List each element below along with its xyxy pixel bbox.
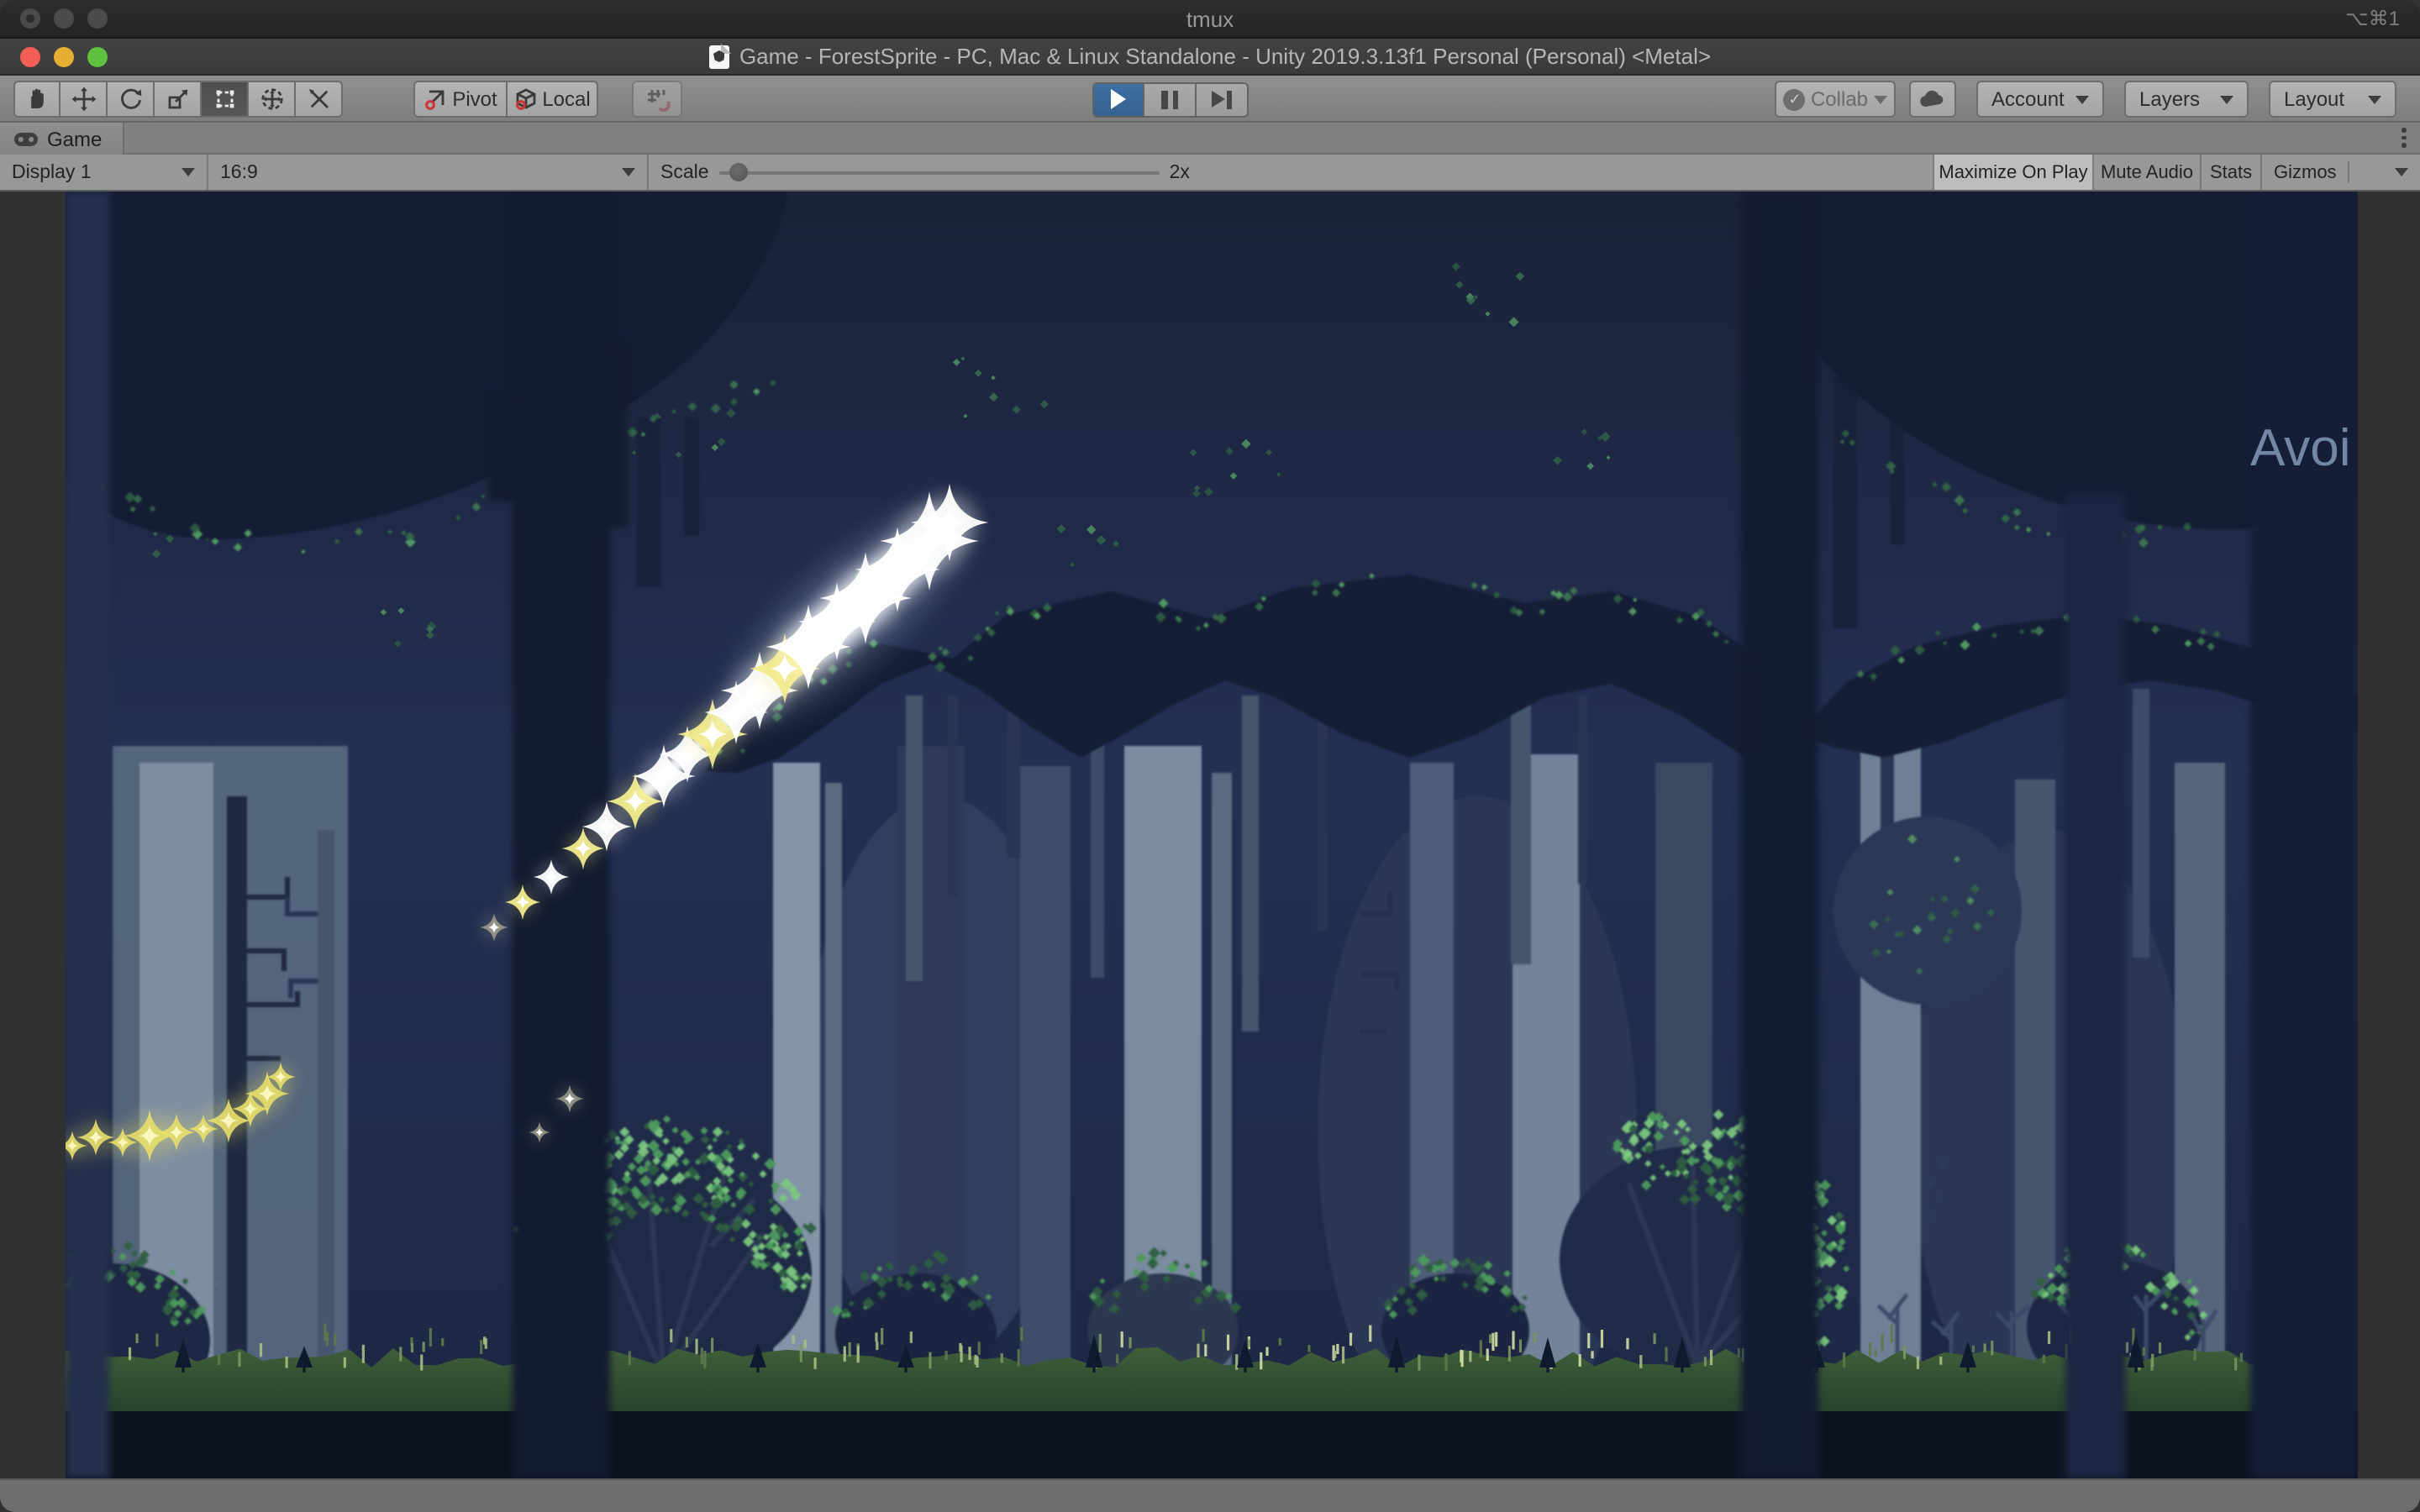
account-dropdown[interactable]: Account xyxy=(1976,81,2104,118)
play-icon xyxy=(1111,89,1126,109)
scene-overlay-text: Avoi xyxy=(2250,419,2351,477)
pause-button[interactable] xyxy=(1144,81,1197,117)
chevron-down-icon xyxy=(2075,95,2089,103)
stats-toggle[interactable]: Stats xyxy=(2200,155,2260,190)
rotate-tool-icon xyxy=(117,86,144,113)
maximize-on-play-toggle[interactable]: Maximize On Play xyxy=(1933,155,2092,190)
custom-tool-icon xyxy=(305,86,332,113)
pivot-icon xyxy=(424,87,447,111)
tmux-title: tmux xyxy=(0,6,2420,31)
zoom-button[interactable] xyxy=(87,8,108,29)
close-button[interactable] xyxy=(20,8,40,29)
pause-icon xyxy=(1161,90,1178,108)
pivot-toggle-button[interactable]: Pivot xyxy=(413,81,508,118)
maximize-on-play-label: Maximize On Play xyxy=(1939,162,2087,182)
chevron-down-icon xyxy=(622,168,635,176)
hand-tool-button[interactable] xyxy=(13,81,60,118)
collab-button[interactable]: ✓ Collab xyxy=(1775,81,1896,118)
main-toolbar: Pivot Local ✓ Colla xyxy=(0,76,2420,123)
cloud-icon xyxy=(1919,89,1946,109)
chevron-down-icon xyxy=(2395,168,2408,176)
rotate-tool-button[interactable] xyxy=(108,81,155,118)
scale-label: Scale xyxy=(660,162,709,182)
step-button[interactable] xyxy=(1197,81,1249,117)
aspect-dropdown[interactable]: 16:9 xyxy=(208,155,649,190)
gamepad-icon xyxy=(13,130,39,147)
tmux-shortcut: ⌥⌘1 xyxy=(2345,7,2400,30)
close-button[interactable] xyxy=(20,46,40,66)
unity-titlebar: Game - ForestSprite - PC, Mac & Linux St… xyxy=(0,39,2420,76)
scale-slider-thumb[interactable] xyxy=(729,162,748,181)
local-icon xyxy=(513,87,537,111)
scale-slider[interactable] xyxy=(719,171,1160,174)
tmux-titlebar: tmux ⌥⌘1 xyxy=(0,0,2420,39)
layout-label: Layout xyxy=(2284,87,2344,111)
unity-doc-icon xyxy=(709,45,729,68)
account-label: Account xyxy=(1991,87,2065,111)
minimize-button[interactable] xyxy=(54,46,74,66)
local-toggle-button[interactable]: Local xyxy=(508,81,598,118)
transform-tool-button[interactable] xyxy=(249,81,296,118)
layers-label: Layers xyxy=(2139,87,2200,111)
tab-game[interactable]: Game xyxy=(0,123,124,155)
hand-tool-icon xyxy=(24,86,50,113)
rect-tool-button[interactable] xyxy=(202,81,249,118)
step-icon xyxy=(1212,90,1232,108)
chevron-down-icon xyxy=(2220,95,2233,103)
move-tool-icon xyxy=(70,86,97,113)
chevron-down-icon xyxy=(182,168,195,176)
scale-tool-icon xyxy=(164,86,191,113)
gizmos-label: Gizmos xyxy=(2274,162,2337,182)
layout-dropdown[interactable]: Layout xyxy=(2269,81,2396,118)
unity-window: tmux ⌥⌘1 Game - ForestSprite - PC, Mac &… xyxy=(0,0,2420,1512)
stats-label: Stats xyxy=(2210,162,2252,182)
move-tool-button[interactable] xyxy=(60,81,108,118)
gizmos-dropdown[interactable]: Gizmos xyxy=(2260,155,2420,190)
local-label: Local xyxy=(542,87,590,111)
scale-value: 2x xyxy=(1170,162,1190,182)
moon-canopy-circle xyxy=(1833,816,2022,1005)
tab-game-label: Game xyxy=(47,127,102,150)
window-bottom-strip xyxy=(0,1478,2420,1512)
chevron-down-icon xyxy=(2368,95,2381,103)
forest-scene: Avoi xyxy=(66,192,2358,1478)
rect-tool-icon xyxy=(211,86,238,113)
grid-snap-button[interactable] xyxy=(632,81,682,118)
display-label: Display 1 xyxy=(12,162,92,182)
game-view-controls: Display 1 16:9 Scale 2x Maximize On Play… xyxy=(0,155,2420,192)
collab-label: Collab xyxy=(1811,87,1868,111)
zoom-button[interactable] xyxy=(87,46,108,66)
layers-dropdown[interactable]: Layers xyxy=(2124,81,2249,118)
pivot-label: Pivot xyxy=(452,87,497,111)
aspect-label: 16:9 xyxy=(220,162,258,182)
chevron-down-icon xyxy=(1873,95,1886,103)
minimize-button[interactable] xyxy=(54,8,74,29)
game-viewport[interactable]: Avoi xyxy=(66,192,2358,1478)
grid-snap-icon xyxy=(644,87,670,112)
transform-tool-icon xyxy=(258,86,285,113)
window-title: Game - ForestSprite - PC, Mac & Linux St… xyxy=(739,44,1711,69)
custom-tool-button[interactable] xyxy=(296,81,343,118)
display-dropdown[interactable]: Display 1 xyxy=(0,155,208,190)
game-area: Avoi xyxy=(0,192,2420,1478)
kebab-menu-icon[interactable] xyxy=(2402,128,2407,148)
mute-audio-label: Mute Audio xyxy=(2101,162,2193,182)
collab-check-icon: ✓ xyxy=(1784,88,1806,110)
scale-control: Scale 2x xyxy=(649,155,1274,190)
mute-audio-toggle[interactable]: Mute Audio xyxy=(2092,155,2200,190)
cloud-button[interactable] xyxy=(1909,81,1956,118)
view-tab-bar: Game xyxy=(0,123,2420,155)
play-button[interactable] xyxy=(1092,81,1144,117)
scale-tool-button[interactable] xyxy=(155,81,202,118)
